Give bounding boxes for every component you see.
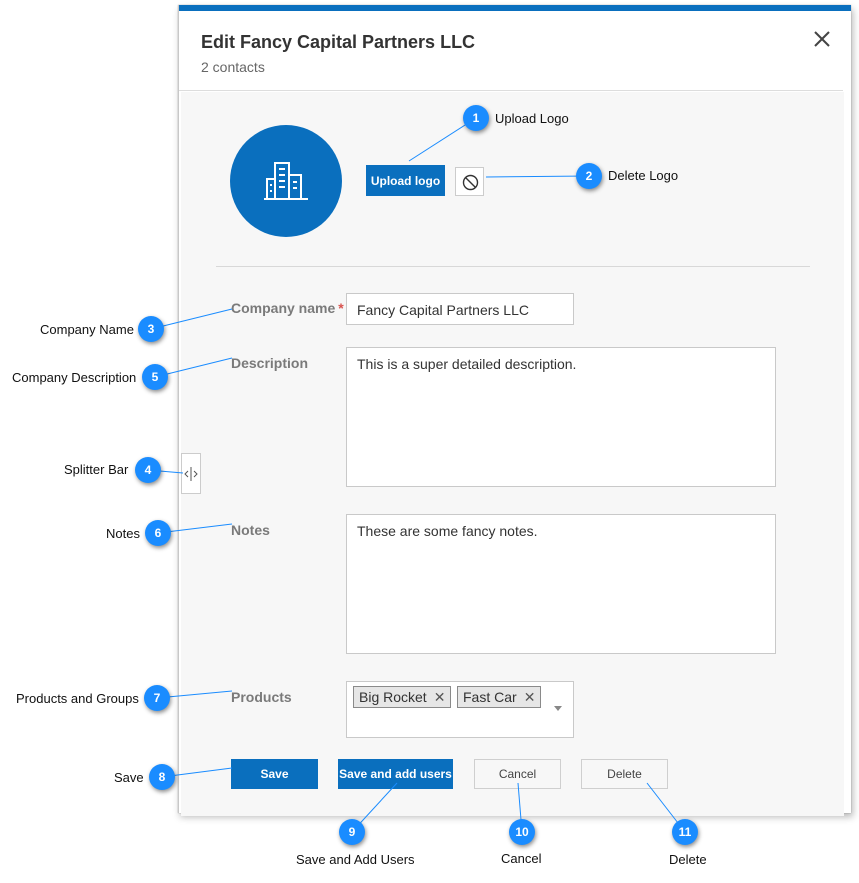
upload-logo-button[interactable]: Upload logo <box>366 165 445 196</box>
products-multiselect[interactable]: Big Rocket ✕ Fast Car ✕ <box>346 681 574 738</box>
notes-textarea[interactable]: These are some fancy notes. <box>346 514 776 654</box>
callout-label-cancel: Cancel <box>501 851 542 866</box>
callout-badge-10: 10 <box>509 819 535 845</box>
callout-badge-1: 1 <box>463 105 489 131</box>
notes-label: Notes <box>231 522 270 538</box>
section-divider <box>216 266 810 267</box>
company-name-input[interactable]: Fancy Capital Partners LLC <box>346 293 574 325</box>
product-tag: Fast Car ✕ <box>457 686 542 708</box>
callout-label-splitter-bar: Splitter Bar <box>64 462 129 477</box>
save-and-add-users-button[interactable]: Save and add users <box>338 759 453 789</box>
callout-badge-5: 5 <box>142 364 168 390</box>
callout-label-save: Save <box>114 770 144 785</box>
panel-left-edge <box>178 5 179 813</box>
callout-label-company-name: Company Name <box>40 322 134 337</box>
callout-label-company-description: Company Description <box>12 370 137 385</box>
callout-badge-4: 4 <box>135 457 161 483</box>
callout-badge-11: 11 <box>672 819 698 845</box>
description-label: Description <box>231 355 309 371</box>
callout-label-upload-logo: Upload Logo <box>495 111 569 126</box>
callout-label-delete: Delete <box>669 852 707 867</box>
callout-label-products-and-groups: Products and Groups <box>16 691 139 706</box>
product-tag-label: Fast Car <box>463 689 517 705</box>
cancel-button[interactable]: Cancel <box>474 759 561 789</box>
callout-badge-2: 2 <box>576 163 602 189</box>
required-marker: * <box>338 300 344 316</box>
no-entry-icon <box>462 174 479 191</box>
resize-handle-icon <box>184 467 198 481</box>
callout-label-delete-logo: Delete Logo <box>608 168 679 183</box>
edit-company-dialog: Edit Fancy Capital Partners LLC 2 contac… <box>178 5 851 816</box>
building-icon <box>264 162 308 200</box>
callout-badge-8: 8 <box>149 764 175 790</box>
company-logo <box>230 125 342 237</box>
splitter-bar[interactable] <box>181 453 201 494</box>
product-tag: Big Rocket ✕ <box>353 686 452 708</box>
close-icon[interactable] <box>810 27 834 51</box>
dialog-title: Edit Fancy Capital Partners LLC <box>201 32 476 52</box>
callout-badge-6: 6 <box>145 520 171 546</box>
dialog-subtitle: 2 contacts <box>201 59 265 75</box>
callout-label-notes: Notes <box>106 526 140 541</box>
callout-label-save-and-add-users: Save and Add Users <box>296 852 415 867</box>
delete-button[interactable]: Delete <box>581 759 668 789</box>
save-button[interactable]: Save <box>231 759 318 789</box>
description-textarea[interactable]: This is a super detailed description. <box>346 347 776 487</box>
callout-badge-7: 7 <box>144 685 170 711</box>
remove-tag-icon[interactable]: ✕ <box>434 689 446 705</box>
company-name-label: Company name * <box>231 300 344 316</box>
callout-badge-3: 3 <box>138 316 164 342</box>
dropdown-arrow-icon[interactable] <box>554 706 562 711</box>
delete-logo-button[interactable] <box>455 167 484 196</box>
callout-badge-9: 9 <box>339 819 365 845</box>
product-tag-label: Big Rocket <box>359 689 427 705</box>
dialog-header: Edit Fancy Capital Partners LLC 2 contac… <box>178 11 843 91</box>
remove-tag-icon[interactable]: ✕ <box>524 689 536 705</box>
products-label: Products <box>231 689 292 705</box>
